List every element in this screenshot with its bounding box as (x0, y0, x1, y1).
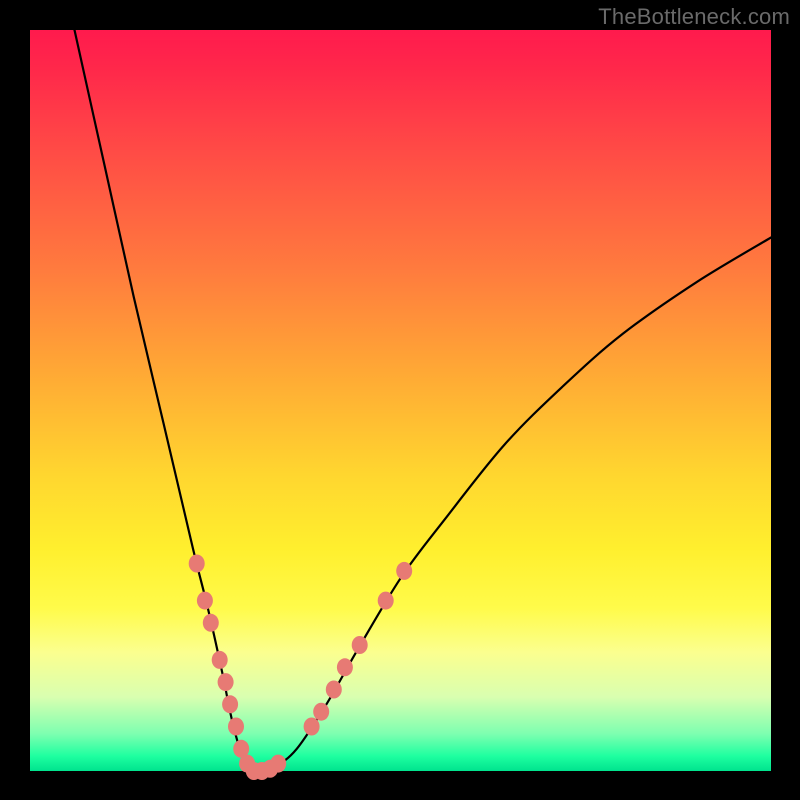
highlight-marker (197, 592, 213, 610)
highlight-marker (337, 658, 353, 676)
highlight-marker (212, 651, 228, 669)
highlight-marker (378, 592, 394, 610)
highlight-marker (228, 718, 244, 736)
highlight-marker (203, 614, 219, 632)
highlight-marker (189, 555, 205, 573)
watermark-text: TheBottleneck.com (598, 4, 790, 30)
highlight-marker (326, 681, 342, 699)
highlight-marker (352, 636, 368, 654)
highlight-marker (304, 718, 320, 736)
highlight-marker (218, 673, 234, 691)
highlight-markers (189, 555, 413, 781)
highlight-marker (270, 755, 286, 773)
highlight-marker (222, 695, 238, 713)
highlight-marker (313, 703, 329, 721)
plot-area (30, 30, 771, 771)
curve-svg (30, 30, 771, 771)
bottleneck-curve (75, 30, 772, 772)
highlight-marker (396, 562, 412, 580)
chart-frame: TheBottleneck.com (0, 0, 800, 800)
